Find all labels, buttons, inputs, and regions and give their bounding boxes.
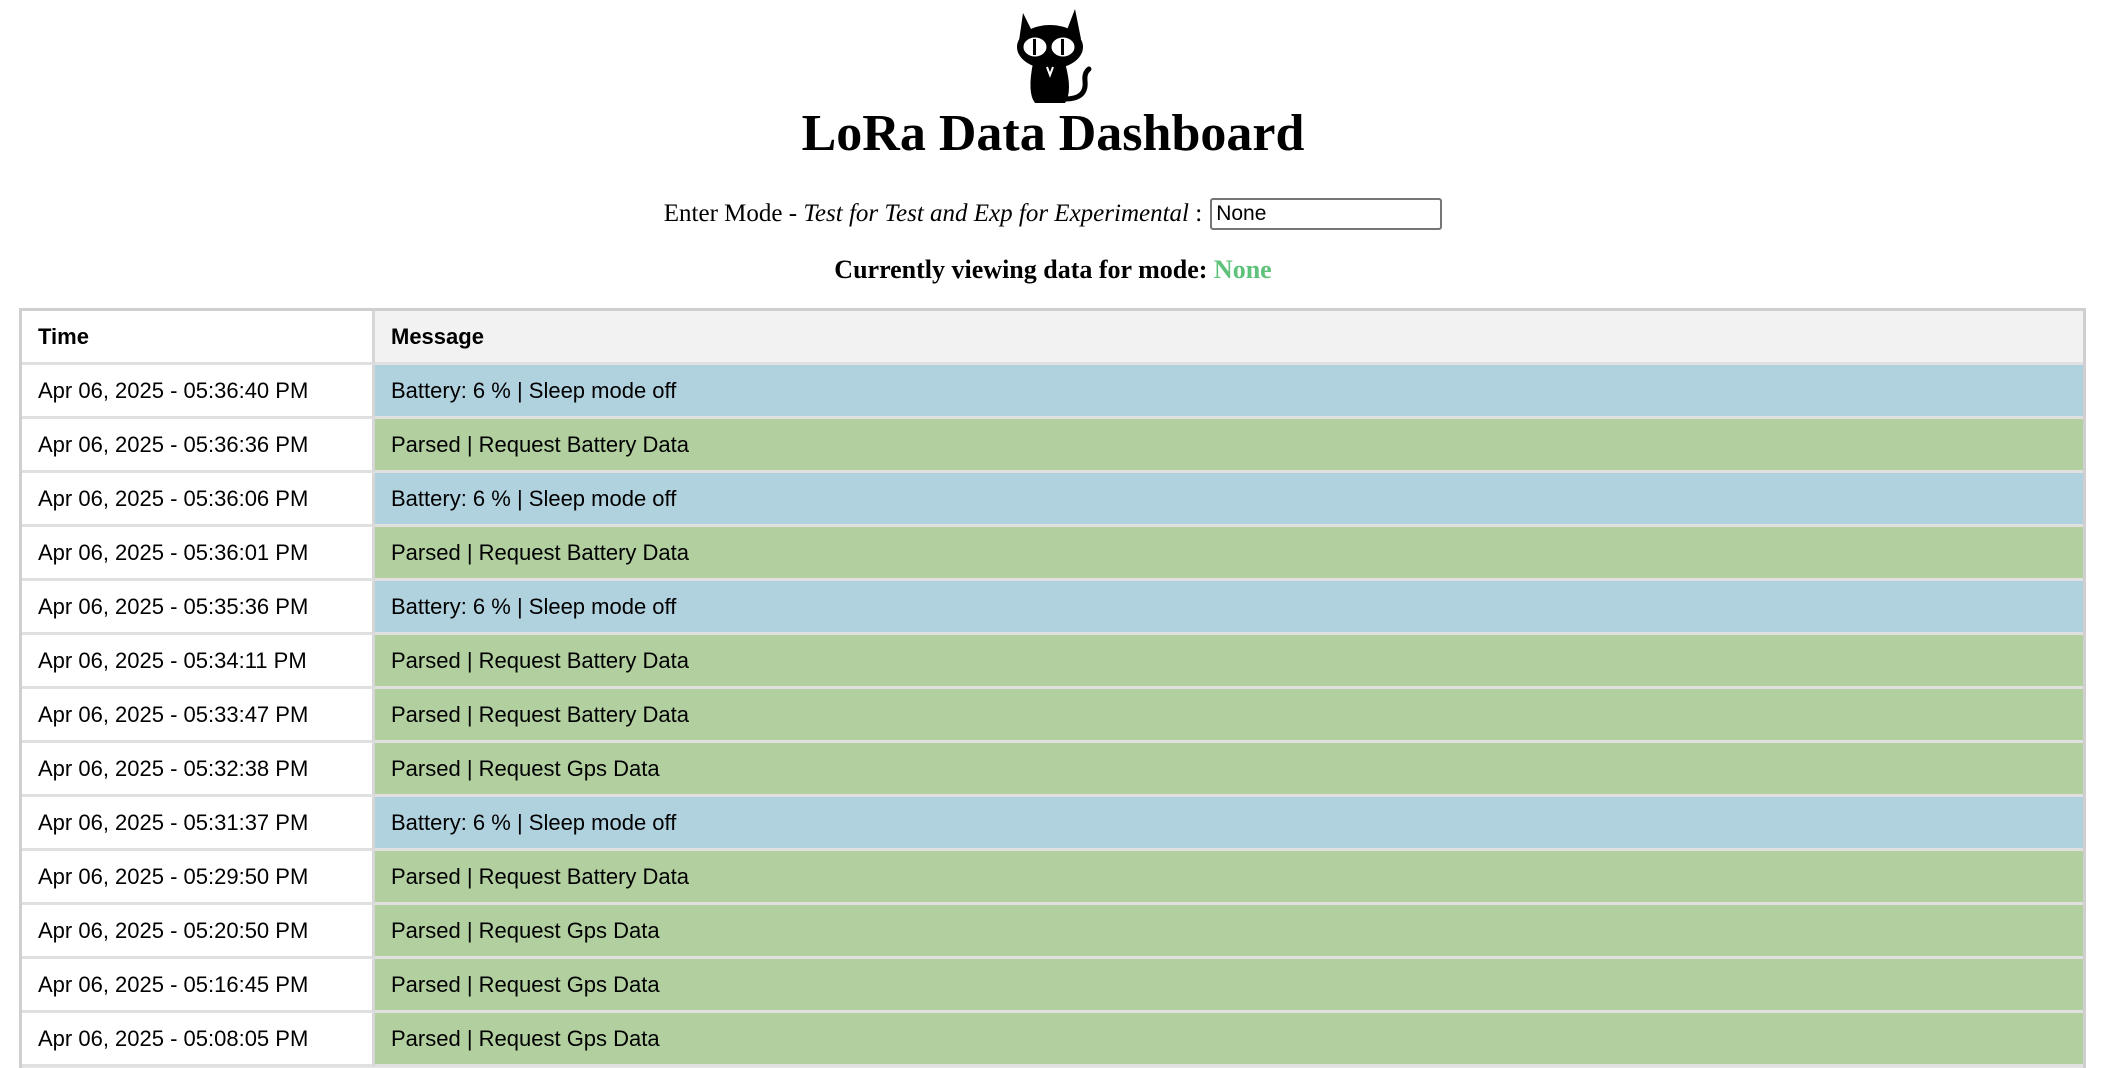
row-message-cell: Parsed | Request Gps Data	[375, 1013, 2083, 1067]
row-time-cell: Apr 06, 2025 - 05:31:37 PM	[22, 797, 375, 851]
mode-input[interactable]	[1210, 198, 1443, 230]
row-message-cell: Battery: 6 % | Sleep mode off	[375, 365, 2083, 419]
row-message-cell: Parsed | Request Gps Data	[375, 959, 2083, 1013]
current-mode-value: None	[1213, 255, 1272, 284]
mode-entry-hint: Test for Test and Exp for Experimental	[803, 200, 1189, 227]
table-row: Apr 06, 2025 - 05:08:05 PM Parsed | Reque…	[22, 1013, 2083, 1067]
table-row: Apr 06, 2025 - 05:20:50 PM Parsed | Reque…	[22, 905, 2083, 959]
mode-entry-separator: :	[1189, 200, 1203, 227]
table-row: Apr 06, 2025 - 05:31:37 PM Battery: 6 % |…	[22, 797, 2083, 851]
table-row: Apr 06, 2025 - 05:32:38 PM Parsed | Reque…	[22, 743, 2083, 797]
row-time-cell: Apr 06, 2025 - 05:36:36 PM	[22, 419, 375, 473]
current-mode-line: Currently viewing data for mode: None	[0, 252, 2106, 288]
row-time-cell: Apr 06, 2025 - 05:36:01 PM	[22, 527, 375, 581]
row-message-cell: Parsed | Request Battery Data	[375, 527, 2083, 581]
row-time-cell: Apr 06, 2025 - 05:32:38 PM	[22, 743, 375, 797]
row-message-cell: Parsed | Request Gps Data	[375, 905, 2083, 959]
table-row: Apr 06, 2025 - 05:33:47 PM Parsed | Reque…	[22, 689, 2083, 743]
row-message-cell: Parsed | Request Battery Data	[375, 851, 2083, 905]
black-cat-icon	[1017, 9, 1092, 103]
table-row: Apr 06, 2025 - 05:34:11 PM Parsed | Reque…	[22, 635, 2083, 689]
row-time-cell: Apr 06, 2025 - 05:16:45 PM	[22, 959, 375, 1013]
messages-table-container[interactable]: Time Message Apr 06, 2025 - 05:36:40 PM B…	[19, 308, 2086, 1068]
table-row: Apr 06, 2025 - 05:36:40 PM Battery: 6 % |…	[22, 365, 2083, 419]
row-message-cell: Parsed | Request Battery Data	[375, 689, 2083, 743]
row-message-cell: Battery: 6 % | Sleep mode off	[375, 797, 2083, 851]
row-time-cell: Apr 06, 2025 - 05:29:50 PM	[22, 851, 375, 905]
row-message-cell: Battery: 6 % | Sleep mode off	[375, 473, 2083, 527]
table-row: Apr 06, 2025 - 05:36:01 PM Parsed | Reque…	[22, 527, 2083, 581]
column-header-time: Time	[22, 311, 375, 365]
column-header-message: Message	[375, 311, 2083, 365]
row-message-cell: Parsed | Request Gps Data	[375, 743, 2083, 797]
row-time-cell: Apr 06, 2025 - 05:36:06 PM	[22, 473, 375, 527]
mode-entry-row: Enter Mode - Test for Test and Exp for E…	[0, 194, 2106, 234]
table-row: Apr 06, 2025 - 05:29:50 PM Parsed | Reque…	[22, 851, 2083, 905]
row-time-cell: Apr 06, 2025 - 05:35:36 PM	[22, 581, 375, 635]
current-mode-label: Currently viewing data for mode:	[834, 255, 1214, 284]
table-row: Apr 06, 2025 - 05:16:45 PM Parsed | Reque…	[22, 959, 2083, 1013]
row-time-cell: Apr 06, 2025 - 05:20:50 PM	[22, 905, 375, 959]
table-row: Apr 06, 2025 - 05:36:36 PM Parsed | Reque…	[22, 419, 2083, 473]
table-row: Apr 06, 2025 - 05:36:06 PM Battery: 6 % |…	[22, 473, 2083, 527]
page-title: LoRa Data Dashboard	[801, 105, 1305, 162]
row-time-cell: Apr 06, 2025 - 05:34:11 PM	[22, 635, 375, 689]
row-message-cell: Parsed | Request Battery Data	[375, 419, 2083, 473]
row-time-cell: Apr 06, 2025 - 05:33:47 PM	[22, 689, 375, 743]
row-time-cell: Apr 06, 2025 - 05:36:40 PM	[22, 365, 375, 419]
table-row: Apr 06, 2025 - 05:35:36 PM Battery: 6 % |…	[22, 581, 2083, 635]
table-header-row: Time Message	[22, 311, 2083, 365]
row-time-cell: Apr 06, 2025 - 05:08:05 PM	[22, 1013, 375, 1067]
mode-entry-label: Enter Mode -	[663, 200, 804, 227]
row-message-cell: Battery: 6 % | Sleep mode off	[375, 581, 2083, 635]
messages-table: Time Message Apr 06, 2025 - 05:36:40 PM B…	[22, 311, 2083, 1067]
row-message-cell: Parsed | Request Battery Data	[375, 635, 2083, 689]
